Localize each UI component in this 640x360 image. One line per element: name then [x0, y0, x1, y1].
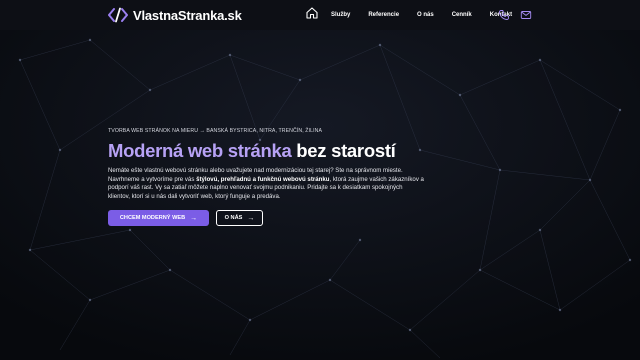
phone-icon[interactable]: [498, 9, 510, 21]
code-brackets-icon: [108, 7, 128, 23]
menu-item-cennik[interactable]: Cenník: [452, 12, 472, 18]
menu-item-sluzby[interactable]: Služby: [331, 12, 350, 18]
logo-text: VlastnaStranka.sk: [133, 7, 242, 23]
hero-headline: Moderná web stránka bez starostí: [108, 140, 438, 162]
home-icon[interactable]: [305, 6, 319, 20]
mail-icon[interactable]: [520, 9, 532, 21]
headline-rest: bez starostí: [291, 140, 396, 161]
arrow-right-icon: →: [247, 214, 255, 222]
top-navbar: VlastnaStranka.sk Služby Referencie O ná…: [0, 0, 640, 30]
about-label: O NÁS: [224, 215, 243, 222]
cta-modern-web-button[interactable]: CHCEM MODERNÝ WEB →: [108, 210, 209, 227]
logo[interactable]: VlastnaStranka.sk: [108, 7, 242, 23]
contact-icons: [498, 9, 542, 21]
arrow-right-icon: →: [190, 214, 198, 222]
hero-description: Nemáte ešte vlastnú webovú stránku alebo…: [108, 167, 426, 201]
hero-eyebrow: TVORBA WEB STRÁNOK NA MIERU → BANSKÁ BYS…: [108, 128, 323, 134]
cta-label: CHCEM MODERNÝ WEB: [119, 215, 186, 222]
headline-accent: Moderná web stránka: [108, 140, 292, 161]
menu-item-referencie[interactable]: Referencie: [368, 12, 399, 18]
hero-section: TVORBA WEB STRÁNOK NA MIERU → BANSKÁ BYS…: [108, 128, 438, 227]
main-menu: Služby Referencie O nás Cenník Kontakt: [305, 7, 530, 20]
desc-bold: štýlovú, prehľadnú a funkčnú webovú strá…: [196, 175, 330, 183]
menu-item-o-nas[interactable]: O nás: [417, 12, 434, 18]
about-us-button[interactable]: O NÁS →: [216, 210, 263, 227]
hero-buttons: CHCEM MODERNÝ WEB → O NÁS →: [108, 210, 438, 227]
